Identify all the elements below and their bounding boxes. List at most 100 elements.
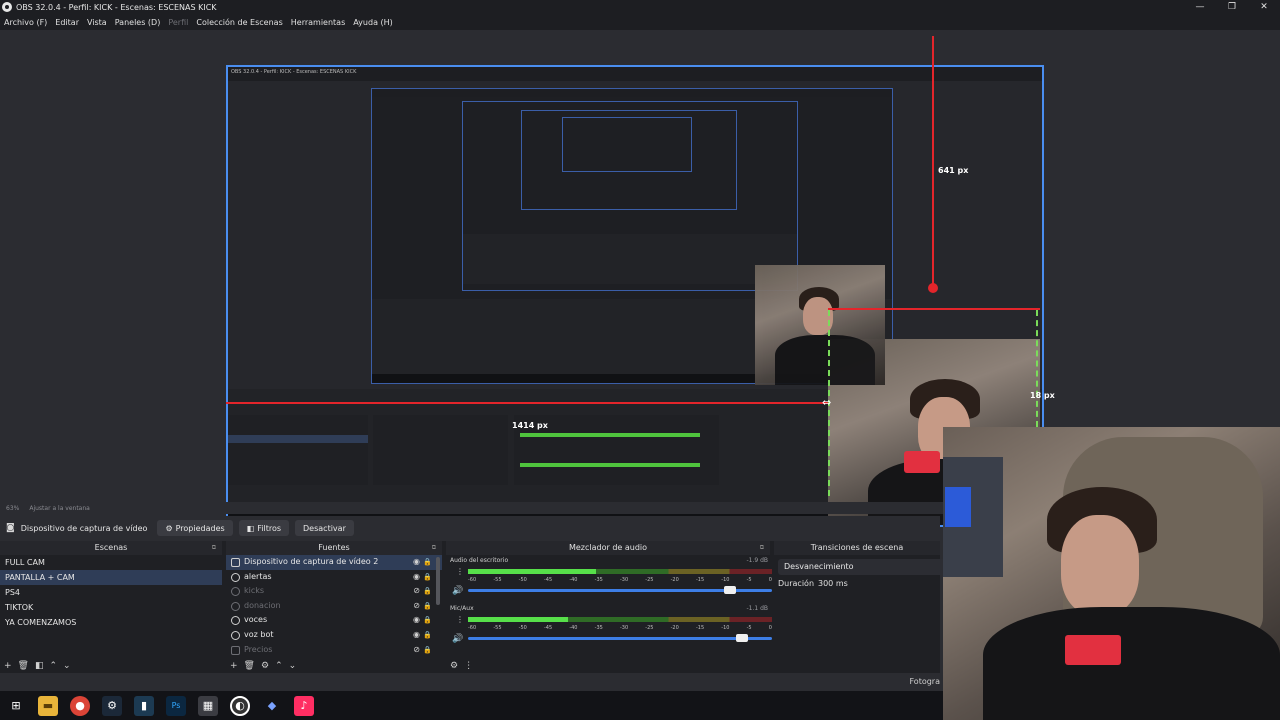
filters-button[interactable]: ◧ Filtros (238, 520, 290, 536)
source-item[interactable]: voces ◉ 🔒 (226, 613, 442, 628)
eye-hidden-icon[interactable]: ⊘ (413, 643, 420, 658)
camera-source-icon (231, 558, 240, 567)
lock-icon[interactable]: 🔒 (423, 584, 432, 599)
source-item[interactable]: kicks ⊘ 🔒 (226, 584, 442, 599)
eye-icon[interactable]: ◉ (413, 613, 420, 628)
scene-item[interactable]: YA COMENZAMOS (0, 615, 222, 630)
minimize-button[interactable]: — (1184, 0, 1216, 14)
steam-icon[interactable]: ⚙ (102, 695, 122, 716)
source-label: donacion (244, 600, 281, 610)
duration-label: Duración (778, 579, 815, 588)
eye-icon[interactable]: ◉ (413, 628, 420, 643)
menu-edit[interactable]: Editar (55, 18, 79, 27)
volume-slider-knob[interactable] (735, 634, 748, 642)
source-label: alertas (244, 571, 272, 581)
scale-tick: -35 (594, 577, 603, 583)
move-down-icon[interactable]: ⌄ (63, 661, 71, 671)
menu-docks[interactable]: Paneles (D) (115, 18, 161, 27)
maximize-button[interactable]: ❐ (1216, 0, 1248, 14)
photoshop-icon[interactable]: Ps (166, 695, 186, 716)
mixer-channel-desktop: Audio del escritorio -1.9 dB ⋮ -60 -55 -50… (450, 557, 772, 603)
app-icon[interactable]: ▮ (134, 695, 154, 716)
filter-icon[interactable]: ◧ (35, 661, 44, 671)
speaker-icon[interactable]: 🔊 (452, 586, 463, 596)
channel-menu-icon[interactable]: ⋮ (456, 567, 464, 576)
scene-item[interactable]: PS4 (0, 585, 222, 600)
nested-obs-window-4 (562, 117, 692, 172)
guide-handle[interactable] (928, 283, 938, 293)
eye-icon[interactable]: ◉ (413, 555, 420, 570)
volume-slider-knob[interactable] (723, 586, 736, 594)
lock-icon[interactable]: 🔒 (423, 613, 432, 628)
menu-help[interactable]: Ayuda (H) (353, 18, 393, 27)
sources-footer: + 🗑 ⚙ ⌃ ⌄ (226, 659, 442, 673)
browser-source-icon (231, 587, 240, 597)
source-item[interactable]: Dispositivo de captura de vídeo 2 ◉ 🔒 (226, 555, 442, 570)
lock-icon[interactable]: 🔒 (423, 570, 432, 585)
dock-float-icon[interactable]: ⧉ (760, 541, 764, 555)
eye-hidden-icon[interactable]: ⊘ (413, 599, 420, 614)
lock-icon[interactable]: 🔒 (423, 599, 432, 614)
scene-item[interactable]: TIKTOK (0, 600, 222, 615)
mixer-footer: ⚙ ⋮ (446, 659, 770, 673)
calculator-icon[interactable]: ▦ (198, 695, 218, 716)
move-down-icon[interactable]: ⌄ (289, 661, 297, 671)
menu-scene-collection[interactable]: Colección de Escenas (196, 18, 282, 27)
scale-tick: -25 (645, 625, 654, 631)
move-up-icon[interactable]: ⌃ (50, 661, 58, 671)
trash-icon[interactable]: 🗑 (244, 661, 255, 671)
duration-input[interactable]: 300 ms (818, 579, 848, 588)
lock-icon[interactable]: 🔒 (423, 628, 432, 643)
menu-file[interactable]: Archivo (F) (4, 18, 47, 27)
menu-profile[interactable]: Perfil (168, 18, 188, 27)
obs-logo-icon (2, 2, 12, 12)
speaker-icon[interactable]: 🔊 (452, 634, 463, 644)
volume-slider[interactable] (468, 586, 772, 594)
scale-tick: -40 (569, 625, 578, 631)
lock-icon[interactable]: 🔒 (423, 643, 432, 658)
scene-item-selected[interactable]: PANTALLA + CAM (0, 570, 222, 585)
add-icon[interactable]: + (4, 661, 12, 671)
eye-icon[interactable]: ◉ (413, 570, 420, 585)
fit-to-window[interactable]: Ajustar a la ventana (29, 505, 90, 512)
add-icon[interactable]: + (230, 661, 238, 671)
browser-source-icon (231, 630, 240, 640)
gear-icon[interactable]: ⚙ (261, 661, 269, 671)
scene-item[interactable]: FULL CAM (0, 555, 222, 570)
volume-meter (468, 569, 772, 574)
scenes-dock: Escenas ⧉ FULL CAM PANTALLA + CAM PS4 TI… (0, 541, 222, 673)
channel-db: -1.1 dB (746, 605, 768, 612)
scale-tick: -55 (493, 625, 502, 631)
windows-icon[interactable]: ⊞ (6, 696, 26, 716)
volume-slider[interactable] (468, 634, 772, 642)
source-item[interactable]: Precios ⊘ 🔒 (226, 643, 442, 658)
zoom-level[interactable]: 63% (6, 505, 19, 512)
measure-label-margin: 18 px (1030, 391, 1055, 400)
transition-select[interactable]: Desvanecimiento (778, 559, 948, 575)
mixer-menu-icon[interactable]: ⋮ (464, 661, 473, 671)
sources-scrollbar[interactable] (436, 557, 440, 605)
eye-hidden-icon[interactable]: ⊘ (413, 584, 420, 599)
source-item[interactable]: alertas ◉ 🔒 (226, 570, 442, 585)
trash-icon[interactable]: 🗑 (18, 661, 29, 671)
tiktok-icon[interactable]: ♪ (294, 695, 314, 716)
app-diamond-icon[interactable]: ◆ (262, 696, 282, 716)
dock-float-icon[interactable]: ⧉ (432, 541, 436, 555)
status-bar: Fotogra (0, 673, 940, 691)
source-item[interactable]: donacion ⊘ 🔒 (226, 599, 442, 614)
mixer-settings-icon[interactable]: ⚙ (450, 661, 458, 671)
chrome-icon[interactable]: ● (70, 695, 90, 716)
preview-source-bounds[interactable]: OBS 32.0.4 - Perfil: KICK - Escenas: ESC… (226, 65, 1044, 527)
dock-float-icon[interactable]: ⧉ (212, 541, 216, 555)
obs-icon[interactable]: ◐ (230, 695, 250, 716)
properties-button[interactable]: ⚙ Propiedades (157, 520, 233, 536)
channel-menu-icon[interactable]: ⋮ (456, 615, 464, 624)
lock-icon[interactable]: 🔒 (423, 555, 432, 570)
source-item[interactable]: voz bot ◉ 🔒 (226, 628, 442, 643)
close-button[interactable]: ✕ (1248, 0, 1280, 14)
move-up-icon[interactable]: ⌃ (275, 661, 283, 671)
menu-view[interactable]: Vista (87, 18, 107, 27)
menu-tools[interactable]: Herramientas (291, 18, 346, 27)
file-explorer-icon[interactable]: ▬ (38, 695, 58, 716)
deactivate-button[interactable]: Desactivar (295, 520, 354, 536)
